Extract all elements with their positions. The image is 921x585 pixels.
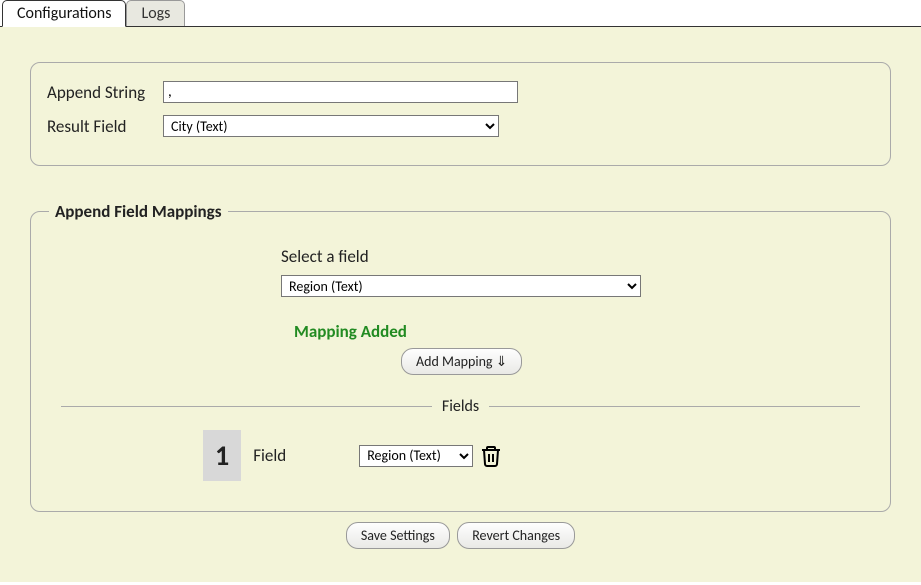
trash-icon[interactable]: [479, 443, 503, 469]
result-field-select[interactable]: City (Text): [163, 115, 499, 137]
config-box: Append String Result Field City (Text): [30, 62, 891, 166]
footer-buttons: Save Settings Revert Changes: [30, 522, 891, 549]
add-mapping-button[interactable]: Add Mapping ⇓: [401, 348, 522, 375]
append-string-label: Append String: [47, 82, 163, 103]
fields-divider: Fields: [61, 397, 860, 416]
append-field-mappings-group: Append Field Mappings Select a field Reg…: [30, 201, 891, 512]
tab-logs[interactable]: Logs: [126, 0, 185, 26]
mappings-legend: Append Field Mappings: [49, 201, 228, 222]
save-settings-button[interactable]: Save Settings: [346, 522, 450, 549]
field-row-select[interactable]: Region (Text): [359, 445, 473, 467]
revert-changes-button[interactable]: Revert Changes: [457, 522, 575, 549]
mapping-added-status: Mapping Added: [294, 321, 860, 342]
append-string-input[interactable]: [163, 81, 518, 103]
field-row-label: Field: [253, 445, 359, 466]
fields-heading: Fields: [432, 397, 489, 416]
tab-configurations[interactable]: Configurations: [2, 0, 126, 27]
result-field-label: Result Field: [47, 116, 163, 137]
field-row: 1 Field Region (Text): [203, 430, 860, 481]
divider-right: [489, 406, 860, 407]
field-row-number: 1: [203, 430, 241, 481]
divider-left: [61, 406, 432, 407]
tab-bar: Configurations Logs: [0, 0, 921, 27]
select-field-dropdown[interactable]: Region (Text): [281, 275, 641, 297]
select-field-label: Select a field: [281, 246, 860, 267]
tab-content: Append String Result Field City (Text) A…: [0, 27, 921, 582]
